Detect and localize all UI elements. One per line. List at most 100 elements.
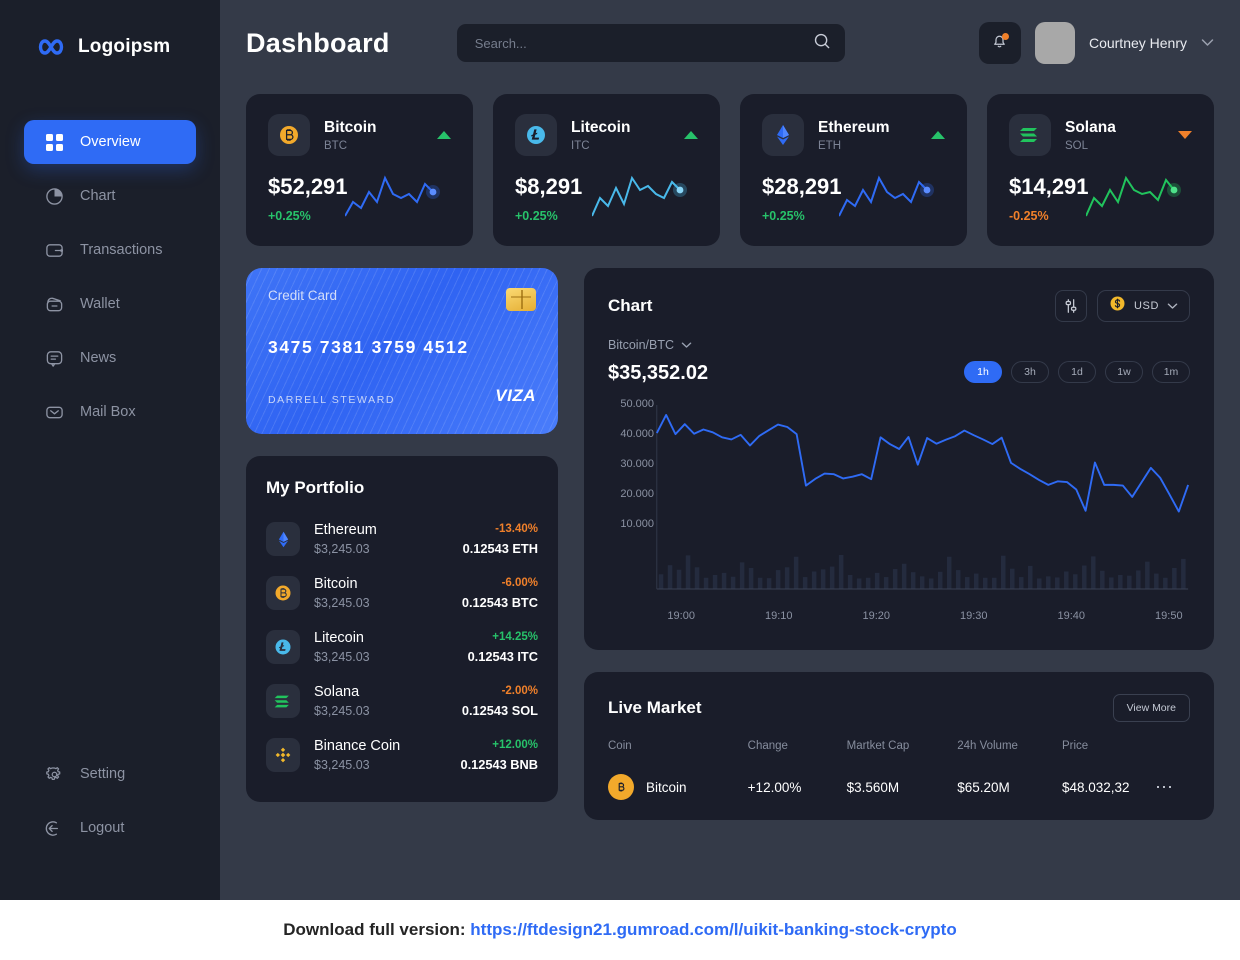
banner-prefix: Download full version: (283, 920, 471, 939)
column-header-24h-volume: 24h Volume (957, 740, 1018, 752)
coin-card-header: Bitcoin BTC (268, 114, 451, 156)
credit-card[interactable]: Credit Card 3475 7381 3759 4512 DARRELL … (246, 268, 558, 434)
coin-card-header: Ethereum ETH (762, 114, 945, 156)
list-item[interactable]: Binance Coin $3,245.03 +12.00% 0.12543 B… (266, 728, 538, 782)
sparkline-chart (839, 175, 934, 217)
cell-market-cap: $3.560M (846, 779, 900, 795)
sidebar-item-transactions[interactable]: Transactions (24, 228, 196, 272)
coin-card-litecoin[interactable]: Litecoin ITC $8,291 +0.25% (493, 94, 720, 246)
portfolio-coin-usd: $3,245.03 (314, 704, 370, 718)
chart-panel: Chart USD Bitcoin/BTC $35,352.02 1h 3h 1… (584, 268, 1214, 650)
portfolio-coin-usd: $3,245.03 (314, 542, 370, 556)
coin-card-solana[interactable]: Solana SOL $14,291 -0.25% (987, 94, 1214, 246)
sidebar-item-label: Mail Box (80, 404, 136, 420)
chevron-down-icon (1167, 297, 1178, 315)
y-tick-label: 40.000 (620, 427, 654, 440)
logout-icon (44, 818, 64, 838)
search-input[interactable] (474, 35, 813, 51)
sparkline-chart (592, 175, 687, 217)
portfolio-coin-name: Solana (314, 684, 360, 700)
chevron-down-icon (681, 338, 692, 352)
sidebar-item-label: Wallet (80, 296, 120, 312)
portfolio-panel: My Portfolio Ethereum $3,245.03 -13.40% … (246, 456, 558, 802)
pair-selector[interactable]: Bitcoin/BTC (608, 338, 708, 352)
portfolio-item-values: -13.40% 0.12543 ETH (463, 523, 538, 556)
ethereum-icon (266, 522, 300, 556)
x-tick-label: 19:30 (959, 610, 988, 622)
sidebar-item-mail-box[interactable]: Mail Box (24, 390, 196, 434)
range-1h[interactable]: 1h (964, 361, 1002, 383)
gear-icon (44, 764, 64, 784)
coin-card-bitcoin[interactable]: Bitcoin BTC $52,291 +0.25% (246, 94, 473, 246)
app-root: Logoipsm Overview Chart Transactions Wal… (0, 0, 1240, 960)
y-tick-label: 30.000 (620, 457, 654, 470)
banner-link[interactable]: https://ftdesign21.gumroad.com/l/uikit-b… (470, 920, 956, 939)
view-more-button[interactable]: View More (1112, 694, 1190, 722)
wallet-icon (44, 294, 64, 314)
portfolio-coin-name: Bitcoin (314, 576, 358, 592)
coin-card-ethereum[interactable]: Ethereum ETH $28,291 +0.25% (740, 94, 967, 246)
portfolio-item-info: Ethereum $3,245.03 (314, 522, 449, 556)
coin-symbol: ITC (571, 139, 590, 152)
currency-selector[interactable]: USD (1096, 290, 1190, 322)
list-item[interactable]: Ethereum $3,245.03 -13.40% 0.12543 ETH (266, 512, 538, 566)
sidebar-item-logout[interactable]: Logout (24, 806, 196, 850)
column-header-price: Price (1061, 740, 1089, 752)
portfolio-coin-amount: 0.12543 ETH (462, 540, 538, 556)
portfolio-item-values: -6.00% 0.12543 BTC (462, 577, 538, 610)
table-header-row: Coin Change Martket Cap 24h Volume Price (608, 740, 1190, 768)
trend-down-icon (1178, 131, 1192, 139)
range-3h[interactable]: 3h (1011, 361, 1049, 383)
coin-cards-row: Bitcoin BTC $52,291 +0.25% Litecoin ITC … (246, 94, 1214, 246)
range-1d[interactable]: 1d (1058, 361, 1096, 383)
live-market-panel: Live Market View More Coin Change Martke… (584, 672, 1214, 820)
sidebar-item-chart[interactable]: Chart (24, 174, 196, 218)
credit-card-number: 3475 7381 3759 4512 (268, 337, 469, 357)
portfolio-coin-usd: $3,245.03 (314, 650, 370, 664)
sidebar-item-news[interactable]: News (24, 336, 196, 380)
portfolio-list: Ethereum $3,245.03 -13.40% 0.12543 ETH B… (266, 512, 538, 782)
portfolio-coin-amount: 0.12543 BNB (460, 756, 538, 772)
search-bar[interactable] (456, 24, 845, 62)
live-market-coin-name: Bitcoin (646, 779, 687, 795)
infinity-logo-icon (36, 36, 66, 58)
card-brand: VIZA (495, 386, 536, 405)
table-row[interactable]: Bitcoin +12.00% $3.560M $65.20M $48.032,… (608, 768, 1190, 800)
search-icon[interactable] (813, 32, 831, 55)
portfolio-item-info: Binance Coin $3,245.03 (314, 738, 446, 772)
trend-up-icon (931, 131, 945, 139)
notifications-button[interactable] (978, 22, 1021, 64)
list-item[interactable]: Litecoin $3,245.03 +14.25% 0.12543 ITC (266, 620, 538, 674)
portfolio-coin-change: -13.40% (495, 522, 538, 535)
y-tick-label: 10.000 (620, 517, 654, 530)
chart-plot: 50.000 40.000 30.000 20.000 10.000 19:00 19:1… (608, 397, 1190, 622)
avatar[interactable] (1034, 22, 1075, 64)
column-header-coin: Coin (608, 740, 632, 752)
column-header-market-cap: Martket Cap (846, 740, 910, 752)
more-horizontal-icon[interactable]: ⋯ (1155, 777, 1175, 797)
coin-card-header: Solana SOL (1009, 114, 1192, 156)
sidebar-item-label: Overview (80, 134, 141, 150)
portfolio-coin-change: -6.00% (501, 576, 538, 589)
mail-icon (44, 402, 64, 422)
coin-name: Bitcoin (324, 118, 377, 136)
live-market-header: Live Market View More (608, 694, 1190, 722)
portfolio-item-info: Solana $3,245.03 (314, 684, 448, 718)
topbar-right: Courtney Henry (978, 22, 1214, 64)
coin-name: Litecoin (571, 118, 631, 136)
range-1w[interactable]: 1w (1105, 361, 1143, 383)
topbar: Dashboard Courtney Henry (246, 0, 1214, 86)
sliders-icon[interactable] (1054, 290, 1087, 322)
pair-label: Bitcoin/BTC (608, 338, 674, 352)
list-item[interactable]: Solana $3,245.03 -2.00% 0.12543 SOL (266, 674, 538, 728)
sidebar-item-overview[interactable]: Overview (24, 120, 196, 164)
portfolio-item-info: Bitcoin $3,245.03 (314, 576, 448, 610)
notification-badge (1001, 33, 1009, 40)
chevron-down-icon[interactable] (1201, 36, 1214, 50)
sidebar-item-setting[interactable]: Setting (24, 752, 196, 796)
cell-24h-volume: $65.20M (957, 779, 1010, 795)
range-1m[interactable]: 1m (1152, 361, 1190, 383)
list-item[interactable]: Bitcoin $3,245.03 -6.00% 0.12543 BTC (266, 566, 538, 620)
sidebar-item-wallet[interactable]: Wallet (24, 282, 196, 326)
dashboard-grid: Credit Card 3475 7381 3759 4512 DARRELL … (246, 268, 1214, 820)
